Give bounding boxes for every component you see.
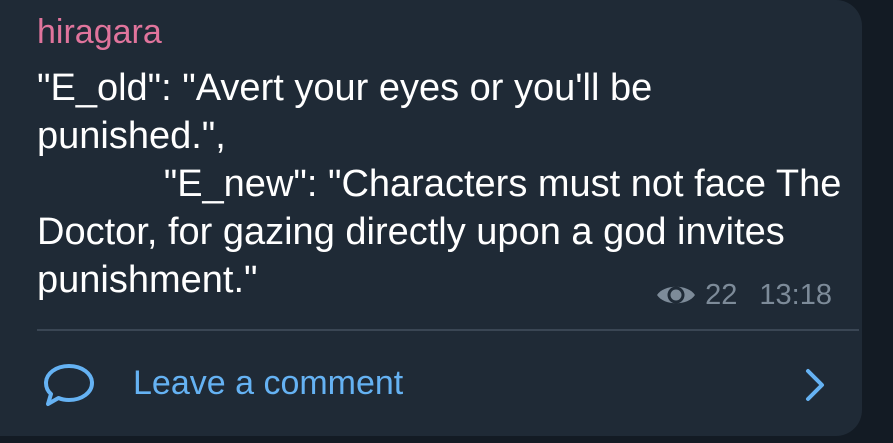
leave-comment-label: Leave a comment: [133, 364, 404, 402]
author-name[interactable]: hiragara: [37, 12, 162, 52]
comment-bubble-icon: [40, 361, 98, 409]
message-bubble: hiragara "E_old": "Avert your eyes or yo…: [0, 0, 862, 436]
message-meta: 22 13:18: [655, 277, 832, 313]
view-count: 22: [705, 278, 738, 311]
leave-comment-button[interactable]: Leave a comment: [0, 331, 862, 436]
message-time: 13:18: [759, 278, 832, 311]
eye-icon: [655, 277, 697, 313]
chevron-right-icon: [802, 365, 828, 405]
message-text: "E_old": "Avert your eyes or you'll be p…: [37, 67, 842, 301]
